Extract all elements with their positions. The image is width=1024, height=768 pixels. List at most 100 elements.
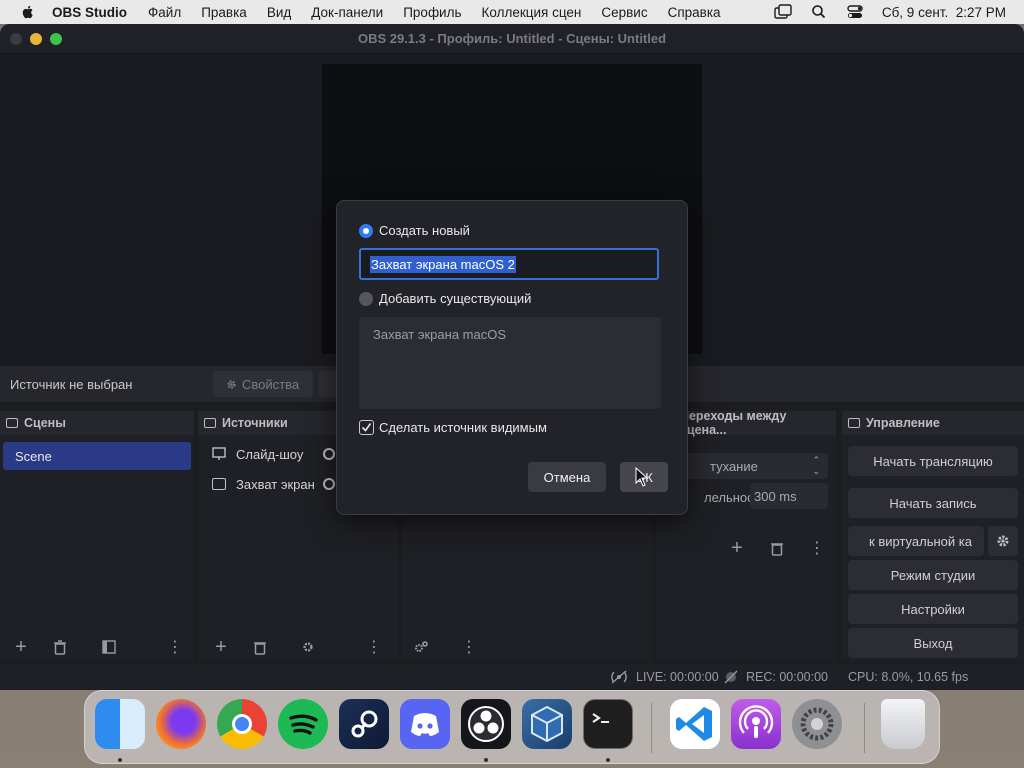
remove-source-icon[interactable]	[247, 635, 273, 659]
create-new-radio[interactable]	[359, 223, 373, 238]
menu-view[interactable]: Вид	[267, 5, 291, 20]
dock-undock-icon	[6, 418, 18, 428]
properties-label: Свойства	[242, 376, 300, 392]
running-indicator	[484, 758, 488, 762]
scenes-dock-header[interactable]: Сцены	[0, 411, 194, 435]
cancel-button[interactable]: Отмена	[528, 462, 606, 492]
source-name-input[interactable]: Захват экрана macOS 2	[359, 248, 659, 280]
menu-docks[interactable]: Док-панели	[311, 5, 383, 20]
audio-mixer-toolbar: ⋮	[402, 633, 652, 661]
control-center-icon[interactable]	[846, 4, 864, 20]
live-broadcast-icon	[611, 670, 627, 684]
source-properties-icon[interactable]	[295, 635, 321, 659]
terminal-icon[interactable]	[583, 699, 633, 749]
vscode-icon[interactable]	[670, 699, 720, 749]
make-visible-label: Сделать источник видимым	[379, 420, 547, 435]
mouse-cursor-icon	[635, 467, 649, 487]
menubar-datetime[interactable]: Сб, 9 сент. 2:27 PM	[882, 5, 1006, 20]
controls-dock: Управление Начать трансляцию Начать запи…	[842, 411, 1024, 661]
apple-icon[interactable]	[20, 4, 36, 20]
close-window-button[interactable]	[10, 33, 22, 45]
studio-mode-button[interactable]: Режим студии	[848, 560, 1018, 590]
display-capture-icon	[212, 478, 226, 490]
create-new-label: Создать новый	[379, 223, 470, 238]
create-new-option[interactable]: Создать новый	[359, 223, 470, 238]
list-item[interactable]: Захват экрана macOS	[373, 327, 647, 342]
obs-icon[interactable]	[461, 699, 511, 749]
source-name-value: Захват экрана macOS 2	[370, 255, 516, 273]
spotify-icon[interactable]	[278, 699, 328, 749]
menu-edit[interactable]: Правка	[201, 5, 247, 20]
transitions-toolbar: + ⋮	[724, 536, 830, 560]
controls-title: Управление	[866, 416, 940, 430]
start-streaming-button[interactable]: Начать трансляцию	[848, 446, 1018, 476]
make-visible-checkbox[interactable]	[359, 420, 374, 435]
finder-icon[interactable]	[95, 699, 145, 749]
scene-item-label: Scene	[15, 448, 52, 464]
menu-file[interactable]: Файл	[148, 5, 181, 20]
dock-separator	[651, 703, 652, 753]
virtualbox-icon[interactable]	[522, 699, 572, 749]
menu-profile[interactable]: Профиль	[403, 5, 461, 20]
running-indicator	[118, 758, 122, 762]
dock-undock-icon	[848, 418, 860, 428]
virtual-camera-settings-button[interactable]	[988, 526, 1018, 556]
add-transition-icon[interactable]: +	[724, 536, 750, 560]
properties-button[interactable]: Свойства	[213, 371, 313, 397]
macos-menubar: OBS Studio Файл Правка Вид Док-панели Пр…	[0, 0, 1024, 24]
scene-item[interactable]: Scene	[3, 442, 191, 470]
sources-title: Источники	[222, 416, 288, 430]
settings-button[interactable]: Настройки	[848, 594, 1018, 624]
minimize-window-button[interactable]	[30, 33, 42, 45]
status-bar: LIVE: 00:00:00 REC: 00:00:00 CPU: 8.0%, …	[0, 664, 1024, 690]
system-settings-icon[interactable]	[792, 699, 842, 749]
duration-value: 300 ms	[754, 488, 797, 504]
steam-icon[interactable]	[339, 699, 389, 749]
controls-dock-header[interactable]: Управление	[842, 411, 1024, 435]
sources-menu-icon[interactable]: ⋮	[361, 635, 387, 659]
duration-stepper[interactable]: 300 ms	[750, 483, 828, 509]
visibility-eye-icon[interactable]	[323, 478, 335, 490]
remove-scene-icon[interactable]	[47, 635, 73, 659]
existing-sources-list[interactable]: Захват экрана macOS	[359, 317, 661, 409]
window-switcher-icon[interactable]	[774, 4, 792, 20]
add-source-icon[interactable]: +	[208, 635, 234, 659]
discord-icon[interactable]	[400, 699, 450, 749]
scenes-dock: Сцены Scene + ⋮	[0, 411, 194, 661]
menu-tools[interactable]: Сервис	[601, 5, 647, 20]
gear-icon	[227, 379, 236, 389]
menu-scene-collection[interactable]: Коллекция сцен	[482, 5, 582, 20]
dock-separator	[864, 703, 865, 753]
window-controls	[10, 33, 62, 45]
record-status-icon	[724, 670, 738, 684]
add-scene-icon[interactable]: +	[8, 635, 34, 659]
menubar-app-name[interactable]: OBS Studio	[52, 5, 127, 20]
mixer-menu-icon[interactable]: ⋮	[456, 635, 482, 659]
start-recording-button[interactable]: Начать запись	[848, 488, 1018, 518]
transition-select[interactable]: тухание ⌃ ⌄	[686, 453, 828, 479]
spotlight-search-icon[interactable]	[810, 4, 828, 20]
advanced-audio-icon[interactable]	[408, 635, 434, 659]
podcasts-icon[interactable]	[731, 699, 781, 749]
window-titlebar[interactable]: OBS 29.1.3 - Профиль: Untitled - Сцены: …	[0, 24, 1024, 54]
firefox-icon[interactable]	[156, 699, 206, 749]
add-existing-radio[interactable]	[359, 291, 373, 306]
visibility-eye-icon[interactable]	[323, 448, 335, 460]
make-visible-option[interactable]: Сделать источник видимым	[359, 420, 547, 435]
transitions-menu-icon[interactable]: ⋮	[804, 536, 830, 560]
scenes-toolbar: + ⋮	[0, 633, 194, 661]
scenes-menu-icon[interactable]: ⋮	[162, 635, 188, 659]
exit-button[interactable]: Выход	[848, 628, 1018, 658]
remove-transition-icon[interactable]	[764, 536, 790, 560]
maximize-window-button[interactable]	[50, 33, 62, 45]
add-existing-option[interactable]: Добавить существующий	[359, 291, 531, 306]
slideshow-icon	[212, 447, 226, 460]
menu-help[interactable]: Справка	[668, 5, 721, 20]
dock-undock-icon	[204, 418, 216, 428]
trash-icon[interactable]	[881, 699, 925, 749]
scene-filters-icon[interactable]	[96, 635, 122, 659]
start-virtual-camera-button[interactable]: к виртуальной ка	[848, 526, 984, 556]
cpu-status: CPU: 8.0%, 10.65 fps	[848, 670, 969, 684]
scenes-title: Сцены	[24, 416, 66, 430]
chrome-icon[interactable]	[217, 699, 267, 749]
